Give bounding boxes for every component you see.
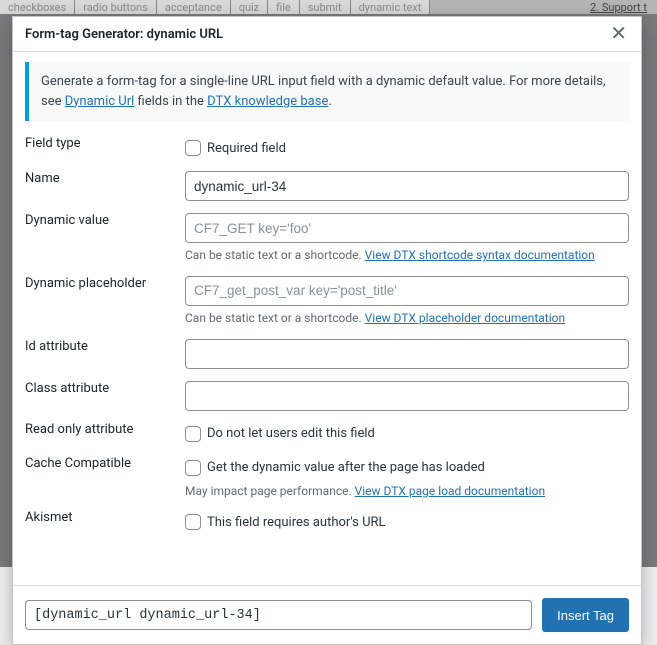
dialog-header: Form-tag Generator: dynamic URL ✕: [13, 17, 641, 52]
required-label: Required field: [207, 141, 286, 156]
dynamic-placeholder-input[interactable]: [185, 276, 629, 306]
dialog-body: Generate a form-tag for a single-line UR…: [13, 52, 641, 585]
dynamic-value-input[interactable]: [185, 213, 629, 243]
label-id-attribute: Id attribute: [25, 333, 185, 375]
readonly-label-text: Do not let users edit this field: [207, 426, 375, 441]
info-box: Generate a form-tag for a single-line UR…: [25, 62, 629, 121]
readonly-checkbox[interactable]: [185, 426, 201, 442]
dynamic-value-help: Can be static text or a shortcode. View …: [185, 247, 629, 264]
name-input[interactable]: [185, 171, 629, 201]
shortcode-docs-link[interactable]: View DTX shortcode syntax documentation: [365, 248, 595, 262]
label-akismet: Akismet: [25, 505, 185, 539]
required-checkbox[interactable]: [185, 140, 201, 156]
help-text: Can be static text or a shortcode.: [185, 311, 365, 325]
dialog-footer: Insert Tag: [13, 585, 641, 644]
label-field-type: Field type: [25, 131, 185, 165]
bg-tab[interactable]: radio buttons: [75, 0, 157, 14]
bg-tab[interactable]: dynamic text: [351, 0, 431, 14]
background-tabs: checkboxes radio buttons acceptance quiz…: [0, 0, 657, 14]
close-button[interactable]: ✕: [606, 24, 631, 44]
label-dynamic-placeholder: Dynamic placeholder: [25, 270, 185, 333]
label-readonly: Read only attribute: [25, 417, 185, 451]
class-input[interactable]: [185, 381, 629, 411]
cache-label-text: Get the dynamic value after the page has…: [207, 460, 485, 475]
info-text: fields in the: [134, 94, 207, 109]
support-link[interactable]: 2. Support t: [590, 1, 647, 14]
help-text: May impact page performance.: [185, 484, 355, 498]
bg-tab[interactable]: submit: [300, 0, 351, 14]
info-link-knowledge-base[interactable]: DTX knowledge base: [207, 94, 328, 109]
tag-output[interactable]: [25, 600, 532, 630]
info-text: .: [328, 94, 331, 109]
cache-checkbox[interactable]: [185, 460, 201, 476]
bg-tab[interactable]: file: [268, 0, 300, 14]
cache-help: May impact page performance. View DTX pa…: [185, 483, 629, 500]
info-link-dynamic-url[interactable]: Dynamic Url: [65, 94, 135, 109]
akismet-label-text: This field requires author's URL: [207, 515, 386, 530]
insert-tag-button[interactable]: Insert Tag: [542, 598, 629, 632]
form-table: Field type Required field Name Dynamic v…: [25, 131, 629, 581]
akismet-checkbox[interactable]: [185, 514, 201, 530]
id-input[interactable]: [185, 339, 629, 369]
dynamic-placeholder-help: Can be static text or a shortcode. View …: [185, 310, 629, 327]
page-load-docs-link[interactable]: View DTX page load documentation: [355, 484, 545, 498]
bg-tab[interactable]: checkboxes: [0, 0, 75, 14]
form-tag-dialog: Form-tag Generator: dynamic URL ✕ Genera…: [12, 16, 642, 645]
placeholder-docs-link[interactable]: View DTX placeholder documentation: [365, 311, 565, 325]
label-class-attribute: Class attribute: [25, 375, 185, 417]
bg-tab[interactable]: quiz: [231, 0, 268, 14]
help-text: Can be static text or a shortcode.: [185, 248, 365, 262]
label-cache: Cache Compatible: [25, 451, 185, 506]
bg-tab[interactable]: acceptance: [157, 0, 231, 14]
label-dynamic-value: Dynamic value: [25, 207, 185, 270]
label-name: Name: [25, 165, 185, 207]
close-icon: ✕: [610, 23, 627, 45]
dialog-title: Form-tag Generator: dynamic URL: [25, 27, 223, 42]
